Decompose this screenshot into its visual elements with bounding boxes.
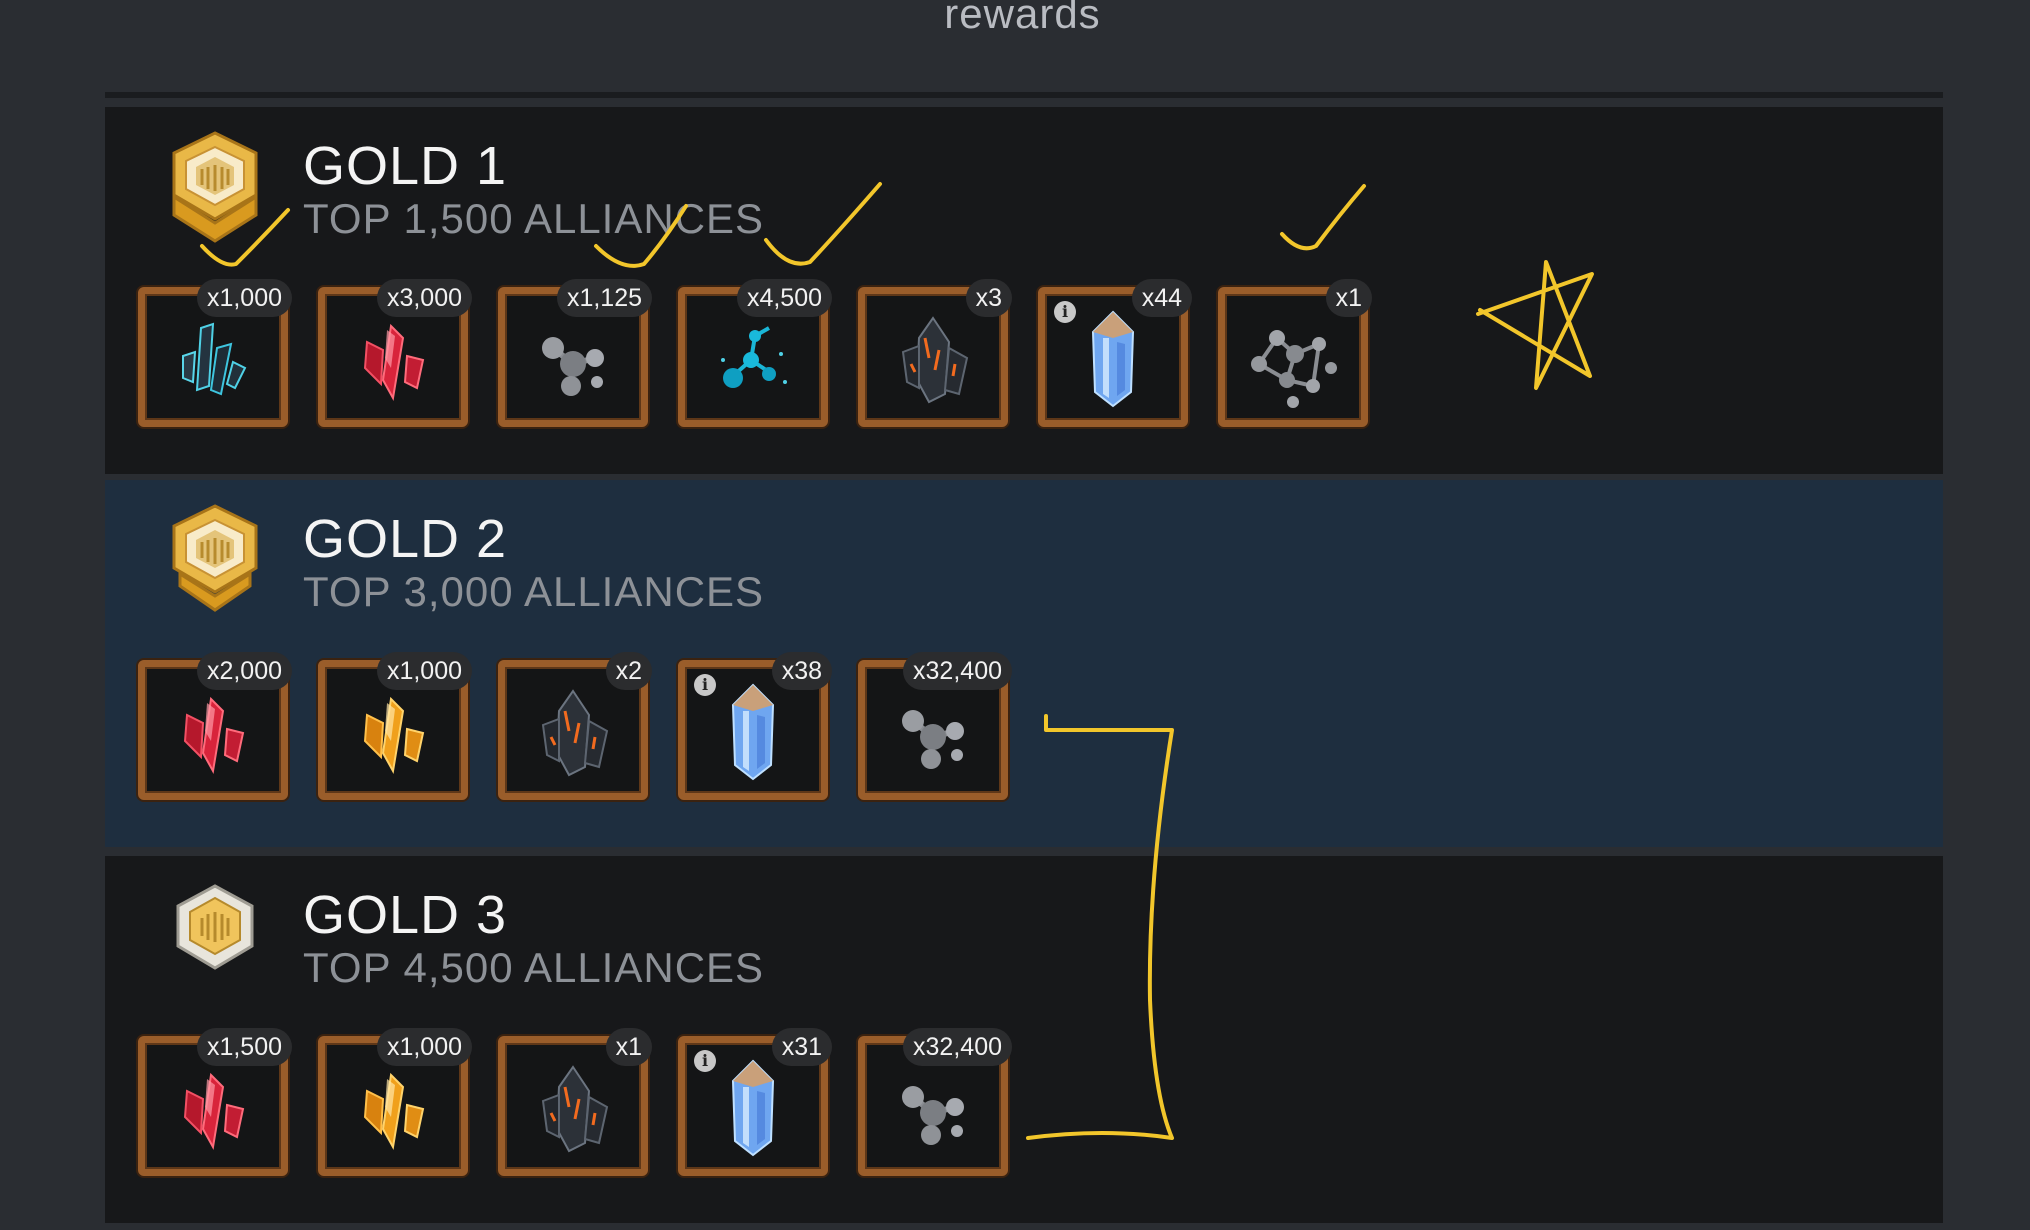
reward-quantity: x1,000: [196, 279, 292, 317]
reward-quantity: x31: [771, 1028, 832, 1066]
gold-tier-3-badge-icon: [176, 884, 254, 970]
reward-item[interactable]: x1,125: [498, 279, 652, 429]
reward-quantity: x44: [1131, 279, 1192, 317]
reward-quantity: x2,000: [196, 652, 292, 690]
reward-quantity: x3: [965, 279, 1012, 317]
reward-item[interactable]: x1,000: [318, 652, 472, 802]
page-title: rewards: [944, 0, 1101, 37]
reward-quantity: x1,000: [376, 1028, 472, 1066]
reward-item[interactable]: x1,000: [138, 279, 292, 429]
reward-quantity: x32,400: [903, 652, 1012, 690]
gold-tier-1-badge-icon: [172, 131, 258, 243]
tier-subtitle: TOP 4,500 ALLIANCES: [303, 944, 765, 991]
reward-quantity: x1: [1325, 279, 1372, 317]
reward-quantity: x3,000: [376, 279, 472, 317]
tier-panel-gold-3[interactable]: GOLD 3 TOP 4,500 ALLIANCES x1,500 x1,000…: [105, 856, 1943, 1223]
reward-item[interactable]: x1: [498, 1028, 652, 1178]
info-icon[interactable]: i: [694, 674, 716, 696]
gold-tier-2-badge-icon: [172, 504, 258, 612]
dark-crystal-icon: [541, 1065, 609, 1153]
reward-item[interactable]: x2,000: [138, 652, 292, 802]
reward-item[interactable]: x1: [1218, 279, 1372, 429]
reward-quantity: x38: [771, 652, 832, 690]
reward-quantity: x1,500: [196, 1028, 292, 1066]
reward-quantity: x1: [605, 1028, 652, 1066]
reward-item[interactable]: x32,400: [858, 652, 1012, 802]
reward-item[interactable]: x1,500: [138, 1028, 292, 1178]
tier-subtitle: TOP 3,000 ALLIANCES: [303, 568, 765, 615]
divider: [105, 92, 1943, 98]
reward-quantity: x1,000: [376, 652, 472, 690]
tier-name: GOLD 2: [303, 509, 508, 569]
reward-item[interactable]: x2: [498, 652, 652, 802]
info-icon[interactable]: i: [694, 1050, 716, 1072]
tier-name: GOLD 3: [303, 885, 508, 945]
tier-panel-gold-2[interactable]: GOLD 2 TOP 3,000 ALLIANCES x2,000 x1,000…: [105, 480, 1943, 847]
reward-item[interactable]: x4,500: [678, 279, 832, 429]
reward-item[interactable]: i x38: [678, 652, 832, 802]
tier-subtitle: TOP 1,500 ALLIANCES: [303, 195, 765, 242]
tier-panel-gold-1[interactable]: GOLD 1 TOP 1,500 ALLIANCES x1,000 x3,000…: [105, 107, 1943, 474]
reward-item[interactable]: x1,000: [318, 1028, 472, 1178]
reward-quantity: x32,400: [903, 1028, 1012, 1066]
reward-item[interactable]: i x31: [678, 1028, 832, 1178]
molecule-icon: [1251, 330, 1337, 408]
dark-crystal-icon: [901, 316, 969, 404]
reward-item[interactable]: x3: [858, 279, 1012, 429]
reward-item[interactable]: x32,400: [858, 1028, 1012, 1178]
reward-quantity: x1,125: [556, 279, 652, 317]
info-icon[interactable]: i: [1054, 301, 1076, 323]
reward-quantity: x4,500: [736, 279, 832, 317]
reward-item[interactable]: i x44: [1038, 279, 1192, 429]
tier-name: GOLD 1: [303, 136, 508, 196]
reward-item[interactable]: x3,000: [318, 279, 472, 429]
reward-quantity: x2: [605, 652, 652, 690]
dark-crystal-icon: [541, 689, 609, 777]
